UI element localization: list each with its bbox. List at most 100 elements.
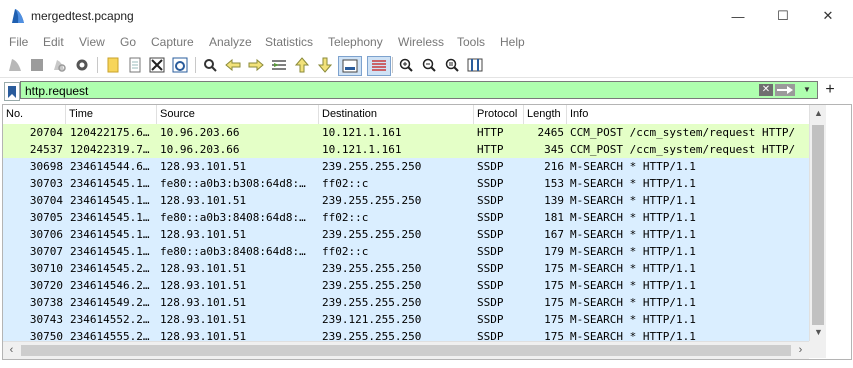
find-packet-icon[interactable] [201, 56, 219, 74]
menu-view[interactable]: View [79, 35, 105, 49]
menu-tools[interactable]: Tools [457, 35, 485, 49]
table-row[interactable]: 30706 234614545.1… 128.93.101.51 239.255.25… [3, 226, 809, 243]
filter-bookmark-button[interactable] [4, 82, 20, 101]
cell-time: 120422319.7… [70, 143, 150, 156]
zoom-out-icon[interactable] [420, 56, 438, 74]
cell-no: 30706 [29, 228, 63, 241]
reload-file-icon[interactable] [171, 56, 189, 74]
scrollbar-corner [809, 341, 826, 358]
add-filter-button[interactable]: + [822, 81, 838, 99]
cell-no: 24537 [29, 143, 63, 156]
go-last-icon[interactable] [316, 56, 334, 74]
stop-capture-icon[interactable] [28, 56, 46, 74]
menu-file[interactable]: File [9, 35, 28, 49]
vertical-scroll-thumb[interactable] [812, 125, 824, 325]
menu-go[interactable]: Go [120, 35, 136, 49]
cell-source: 128.93.101.51 [160, 228, 247, 241]
cell-destination: 239.255.255.250 [322, 194, 422, 207]
display-filter-input[interactable]: http.request ✕ ▼ [20, 81, 818, 99]
table-row[interactable]: 30710 234614545.2… 128.93.101.51 239.255.25… [3, 260, 809, 277]
scroll-up-icon[interactable]: ▲ [810, 105, 827, 122]
cell-protocol: SSDP [477, 313, 504, 326]
go-first-icon[interactable] [293, 56, 311, 74]
menu-wireless[interactable]: Wireless [398, 35, 444, 49]
cell-destination: 239.255.255.250 [322, 296, 422, 309]
column-header-length[interactable]: Length [524, 105, 567, 124]
cell-info: M-SEARCH * HTTP/1.1 [570, 262, 696, 275]
cell-destination: 239.121.255.250 [322, 313, 422, 326]
autoscroll-icon[interactable] [338, 56, 362, 76]
column-header-destination[interactable]: Destination [319, 105, 474, 124]
table-row[interactable]: 30707 234614545.1… fe80::a0b3:8408:64d8:… f… [3, 243, 809, 260]
cell-length: 153 [544, 177, 564, 190]
table-row[interactable]: 30698 234614544.6… 128.93.101.51 239.255.25… [3, 158, 809, 175]
cell-destination: 239.255.255.250 [322, 160, 422, 173]
column-header-time[interactable]: Time [66, 105, 157, 124]
restart-capture-icon[interactable] [50, 56, 68, 74]
horizontal-scroll-thumb[interactable] [21, 345, 791, 356]
close-file-icon[interactable] [148, 56, 166, 74]
menu-telephony[interactable]: Telephony [328, 35, 383, 49]
cell-source: 10.96.203.66 [160, 126, 240, 139]
table-row[interactable]: 30743 234614552.2… 128.93.101.51 239.121.25… [3, 311, 809, 328]
maximize-button[interactable]: ☐ [760, 4, 806, 28]
cell-no: 30698 [29, 160, 63, 173]
scroll-right-icon[interactable]: › [792, 342, 809, 359]
cell-length: 175 [544, 262, 564, 275]
normal-size-icon[interactable] [443, 56, 461, 74]
cell-source: fe80::a0b3:8408:64d8:… [160, 245, 306, 258]
cell-source: fe80::a0b3:b308:64d8:… [160, 177, 306, 190]
go-forward-icon[interactable] [247, 56, 265, 74]
apply-filter-arrow-icon[interactable] [775, 84, 795, 96]
table-row[interactable]: 30720 234614546.2… 128.93.101.51 239.255.25… [3, 277, 809, 294]
cell-protocol: SSDP [477, 211, 504, 224]
colorize-icon[interactable] [367, 56, 391, 76]
capture-options-icon[interactable] [73, 56, 91, 74]
cell-protocol: SSDP [477, 262, 504, 275]
menu-edit[interactable]: Edit [43, 35, 64, 49]
cell-info: M-SEARCH * HTTP/1.1 [570, 245, 696, 258]
display-filter-bar: http.request ✕ ▼ + [0, 80, 853, 102]
bookmark-icon [8, 85, 16, 98]
horizontal-scrollbar[interactable]: ‹ › [3, 341, 809, 359]
menu-analyze[interactable]: Analyze [209, 35, 252, 49]
clear-filter-icon[interactable]: ✕ [759, 84, 773, 96]
column-header-info[interactable]: Info [567, 105, 809, 124]
minimize-button[interactable]: — [715, 4, 761, 28]
cell-source: 128.93.101.51 [160, 296, 247, 309]
column-header-source[interactable]: Source [157, 105, 319, 124]
menu-statistics[interactable]: Statistics [265, 35, 313, 49]
go-back-icon[interactable] [224, 56, 242, 74]
go-to-packet-icon[interactable] [270, 56, 288, 74]
cell-length: 181 [544, 211, 564, 224]
save-file-icon[interactable] [126, 56, 144, 74]
table-row[interactable]: 24537 120422319.7… 10.96.203.66 10.121.1.16… [3, 141, 809, 158]
table-row[interactable]: 20704 120422175.6… 10.96.203.66 10.121.1.16… [3, 124, 809, 141]
cell-protocol: SSDP [477, 160, 504, 173]
menu-help[interactable]: Help [500, 35, 525, 49]
cell-info: M-SEARCH * HTTP/1.1 [570, 228, 696, 241]
cell-info: M-SEARCH * HTTP/1.1 [570, 177, 696, 190]
cell-time: 234614544.6… [70, 160, 150, 173]
table-row[interactable]: 30704 234614545.1… 128.93.101.51 239.255.25… [3, 192, 809, 209]
cell-source: 128.93.101.51 [160, 313, 247, 326]
resize-columns-icon[interactable] [466, 56, 484, 74]
vertical-scrollbar[interactable]: ▲ ▼ [809, 105, 827, 341]
scroll-down-icon[interactable]: ▼ [810, 324, 827, 341]
menu-capture[interactable]: Capture [151, 35, 194, 49]
table-row[interactable]: 30703 234614545.1… fe80::a0b3:b308:64d8:… f… [3, 175, 809, 192]
table-row[interactable]: 30738 234614549.2… 128.93.101.51 239.255.25… [3, 294, 809, 311]
column-header-no[interactable]: No. [3, 105, 66, 124]
window-title: mergedtest.pcapng [31, 9, 134, 23]
zoom-in-icon[interactable] [397, 56, 415, 74]
filter-history-dropdown-icon[interactable]: ▼ [800, 83, 814, 97]
cell-protocol: HTTP [477, 143, 504, 156]
start-capture-icon[interactable] [6, 56, 24, 74]
cell-info: M-SEARCH * HTTP/1.1 [570, 296, 696, 309]
table-row[interactable]: 30705 234614545.1… fe80::a0b3:8408:64d8:… f… [3, 209, 809, 226]
scroll-left-icon[interactable]: ‹ [3, 342, 20, 359]
column-header-protocol[interactable]: Protocol [474, 105, 524, 124]
open-file-icon[interactable] [104, 56, 122, 74]
cell-info: M-SEARCH * HTTP/1.1 [570, 211, 696, 224]
close-button[interactable]: ✕ [805, 4, 851, 28]
